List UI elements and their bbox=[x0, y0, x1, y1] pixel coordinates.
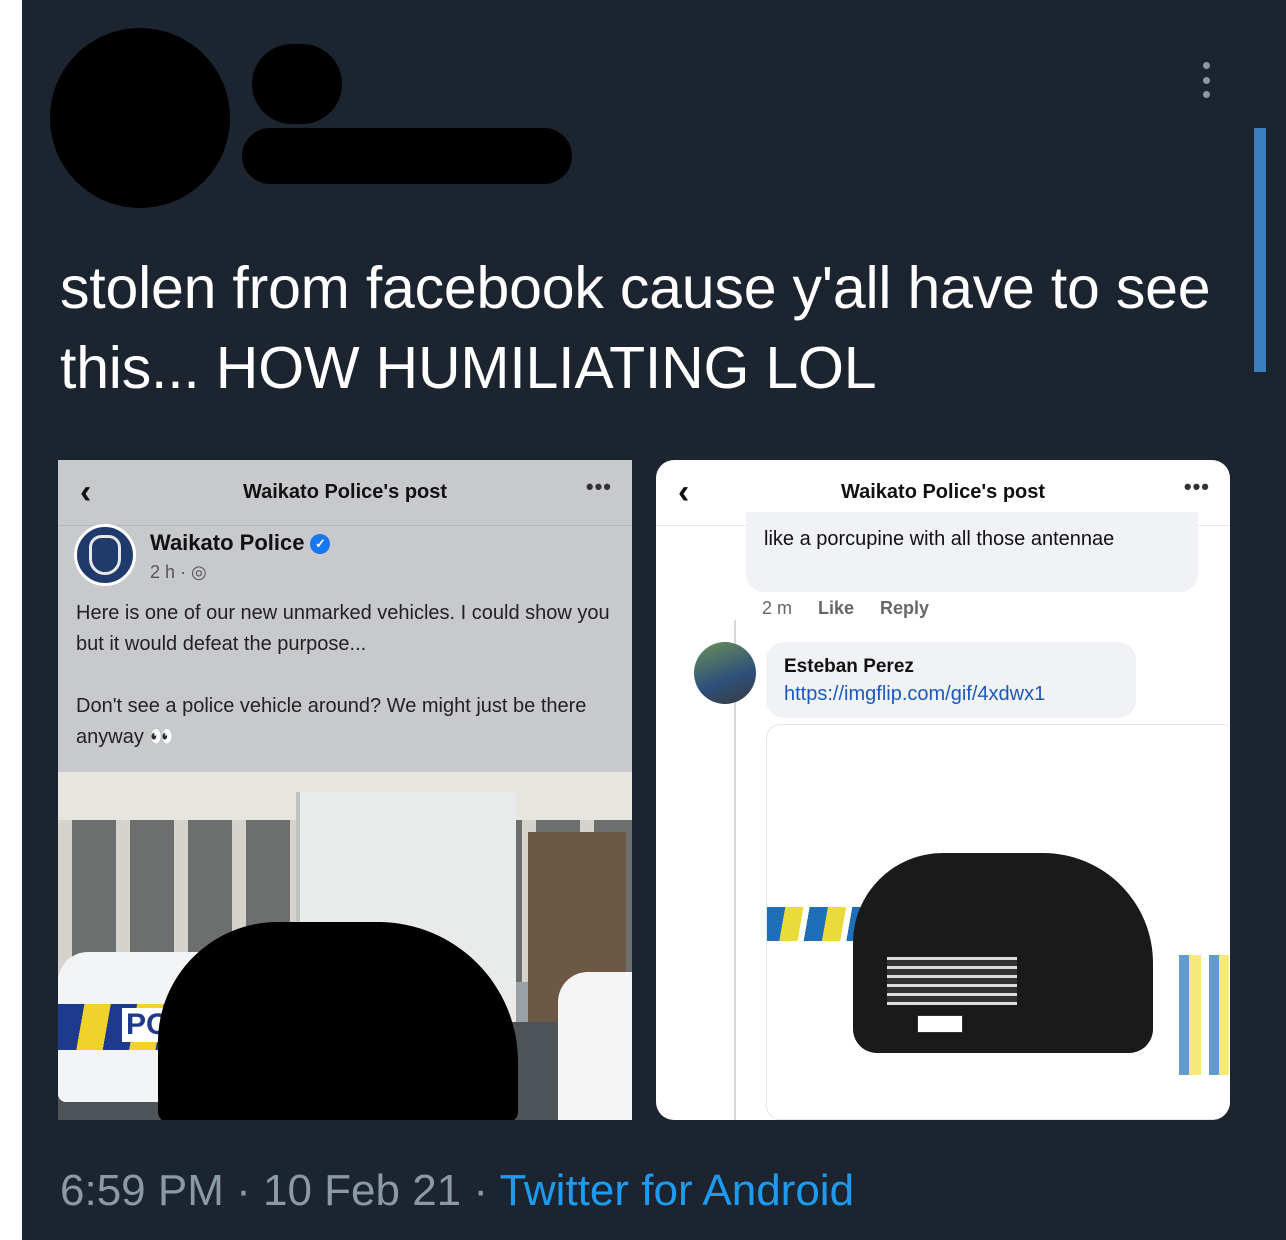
verified-icon: ✓ bbox=[310, 534, 331, 554]
like-button[interactable]: Like bbox=[818, 598, 854, 619]
blacked-out-car bbox=[158, 922, 518, 1120]
post-body: Here is one of our new unmarked vehicles… bbox=[76, 598, 616, 784]
post-photo: POLICE bbox=[58, 772, 632, 1120]
reply-button[interactable]: Reply bbox=[880, 598, 929, 619]
attached-image-left[interactable]: ‹ Waikato Police's post ••• Waikato Poli… bbox=[58, 460, 632, 1120]
post-paragraph-2: Don't see a police vehicle around? We mi… bbox=[76, 695, 587, 748]
tweet-date: 10 Feb 21 bbox=[262, 1166, 462, 1215]
tweet-container: stolen from facebook cause y'all have to… bbox=[22, 0, 1286, 1240]
redacted-username bbox=[242, 128, 572, 184]
more-icon: ••• bbox=[1183, 474, 1210, 499]
meta-separator: · bbox=[223, 1166, 263, 1215]
tweet-client-link[interactable]: Twitter for Android bbox=[499, 1166, 854, 1215]
reply-comment: Esteban Perez https://imgflip.com/gif/4x… bbox=[766, 642, 1136, 718]
meta-separator: · bbox=[461, 1166, 500, 1215]
avatar[interactable] bbox=[694, 642, 756, 704]
redacted-handle bbox=[252, 44, 342, 124]
previous-comment: like a porcupine with all those antennae bbox=[746, 512, 1198, 592]
more-icon: ••• bbox=[585, 474, 612, 499]
tweet-meta: 6:59 PM · 10 Feb 21 · Twitter for Androi… bbox=[60, 1166, 854, 1216]
gif-link[interactable]: https://imgflip.com/gif/4xdwx1 bbox=[784, 680, 1118, 708]
suv-image bbox=[853, 853, 1153, 1053]
comment-time: 2 m bbox=[762, 598, 793, 618]
more-options-icon[interactable] bbox=[1200, 62, 1212, 98]
page-name: Waikato Police ✓ bbox=[150, 530, 331, 556]
post-time: 2 h · ◎ bbox=[150, 562, 207, 582]
tweet-time: 6:59 PM bbox=[60, 1166, 224, 1215]
back-icon: ‹ bbox=[678, 473, 690, 511]
comment-meta: 2 m Like Reply bbox=[762, 598, 929, 619]
attached-image-right[interactable]: ‹ Waikato Police's post ••• like a porcu… bbox=[656, 460, 1230, 1120]
tweet-text: stolen from facebook cause y'all have to… bbox=[60, 255, 1211, 401]
redacted-avatar bbox=[50, 28, 230, 208]
fb-header: ‹ Waikato Police's post ••• bbox=[58, 460, 632, 526]
post-paragraph-1: Here is one of our new unmarked vehicles… bbox=[76, 602, 610, 655]
back-icon: ‹ bbox=[80, 473, 92, 511]
commenter-name[interactable]: Esteban Perez bbox=[784, 654, 1118, 680]
fb-post-title: Waikato Police's post bbox=[242, 481, 448, 503]
gif-preview[interactable] bbox=[766, 724, 1230, 1120]
fb-post-title: Waikato Police's post bbox=[840, 481, 1046, 503]
police-badge-avatar bbox=[74, 524, 136, 586]
